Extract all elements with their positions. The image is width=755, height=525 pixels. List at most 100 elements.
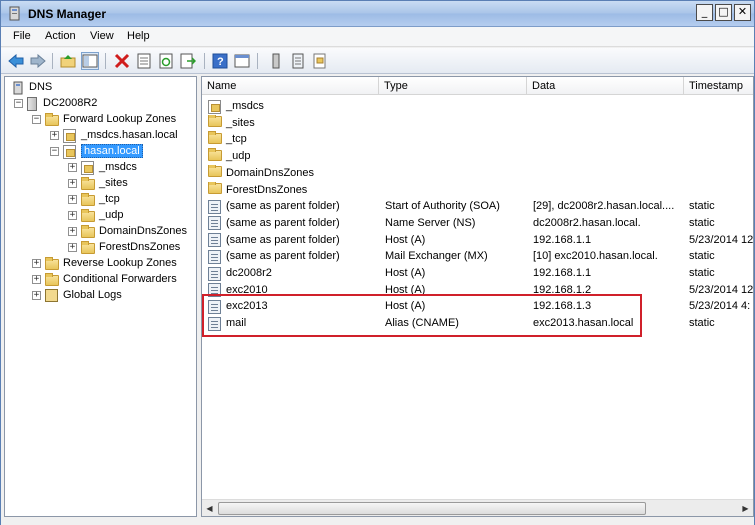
expand-icon[interactable]: + [50, 130, 59, 140]
server-icon[interactable] [267, 52, 285, 70]
show-hide-tree-icon[interactable] [81, 52, 99, 70]
cell-timestamp: static [689, 250, 715, 263]
tree-item-child[interactable]: + _sites [68, 175, 128, 191]
cell-timestamp: 5/23/2014 12 [689, 233, 754, 246]
table-row[interactable]: (same as parent folder) Mail Exchanger (M… [202, 247, 753, 264]
menu-action[interactable]: Action [45, 30, 76, 42]
cell-type: Host (A) [385, 267, 426, 279]
cell-name: (same as parent folder) [226, 250, 340, 263]
zone-icon[interactable] [311, 52, 329, 70]
table-row[interactable]: DomainDnsZones [202, 164, 753, 181]
menu-file[interactable]: File [13, 30, 31, 42]
collapse-icon[interactable]: − [50, 146, 59, 156]
table-row[interactable]: (same as parent folder) Host (A) 192.168.1… [202, 231, 754, 248]
table-row[interactable]: dc2008r2 Host (A) 192.168.1.1 static [202, 264, 753, 281]
collapse-icon[interactable]: − [14, 98, 23, 108]
title-bar[interactable]: DNS Manager _ □ ✕ [1, 1, 754, 27]
tree-item-hasan-local[interactable]: − hasan.local [50, 143, 143, 159]
tree-item-server[interactable]: − DC2008R2 [14, 95, 97, 111]
tree-item-dns[interactable]: DNS [11, 79, 52, 95]
help-icon[interactable]: ? [211, 52, 229, 70]
window-title: DNS Manager [28, 7, 107, 21]
expand-icon[interactable]: + [32, 290, 41, 300]
scroll-left-icon[interactable]: ◀ [203, 502, 216, 515]
cell-timestamp: 5/23/2014 4: [689, 300, 751, 313]
record-icon [208, 233, 222, 248]
tree-item-msdcs-zone[interactable]: + _msdcs.hasan.local [50, 127, 178, 143]
tree-label: _msdcs.hasan.local [81, 129, 178, 141]
record-icon[interactable] [289, 52, 307, 70]
delete-icon[interactable] [113, 52, 131, 70]
properties-icon[interactable] [135, 52, 153, 70]
cell-type: Name Server (NS) [385, 216, 476, 229]
column-data[interactable]: Data [527, 77, 684, 95]
table-row[interactable]: _sites [202, 114, 753, 131]
export-list-icon[interactable] [179, 52, 197, 70]
console-tree[interactable]: DNS − DC2008R2 − Forward Lookup Zones + … [4, 76, 197, 517]
tree-item-child[interactable]: + DomainDnsZones [68, 223, 187, 239]
expand-icon[interactable]: + [68, 194, 77, 204]
up-folder-icon[interactable] [59, 52, 77, 70]
tree-label: _sites [99, 177, 128, 189]
tree-item-child[interactable]: + _msdcs [68, 159, 137, 175]
table-row[interactable]: (same as parent folder) Name Server (NS) d… [202, 214, 753, 231]
folder-icon [81, 208, 95, 222]
cell-type [385, 182, 525, 198]
cell-data [533, 182, 683, 198]
table-row[interactable]: _tcp [202, 130, 753, 147]
tree-label: Conditional Forwarders [63, 273, 177, 285]
scroll-right-icon[interactable]: ▶ [739, 502, 752, 515]
record-icon [208, 199, 222, 214]
record-icon [208, 266, 222, 281]
maximize-button[interactable]: □ [715, 4, 732, 21]
cell-name: _sites [226, 116, 255, 129]
table-row[interactable]: (same as parent folder) Start of Authorit… [202, 197, 753, 214]
collapse-icon[interactable]: − [32, 114, 41, 124]
expand-icon[interactable]: + [68, 178, 77, 188]
expand-icon[interactable]: + [68, 226, 77, 236]
cell-timestamp: 5/23/2014 12 [689, 283, 754, 296]
back-icon[interactable] [7, 52, 25, 70]
highlight-box [202, 294, 642, 337]
tree-item-child[interactable]: + _tcp [68, 191, 120, 207]
cell-data [533, 165, 683, 181]
table-row[interactable]: _msdcs [202, 97, 753, 114]
menu-view[interactable]: View [90, 30, 114, 42]
folder-icon [45, 256, 59, 270]
cell-data: 192.168.1.1 [533, 233, 592, 246]
folder-icon [208, 114, 222, 129]
minimize-button[interactable]: _ [696, 4, 713, 21]
cell-name: (same as parent folder) [226, 233, 340, 246]
cell-data: dc2008r2.hasan.local. [533, 216, 641, 229]
horizontal-scrollbar[interactable]: ◀ ▶ [202, 499, 753, 516]
tree-label-selected: hasan.local [81, 144, 143, 158]
cell-timestamp [689, 131, 753, 147]
tree-item-reverse-lookup-zones[interactable]: + Reverse Lookup Zones [32, 255, 177, 271]
expand-icon[interactable]: + [32, 258, 41, 268]
tree-item-conditional-forwarders[interactable]: + Conditional Forwarders [32, 271, 177, 287]
column-timestamp[interactable]: Timestamp [684, 77, 753, 95]
expand-icon[interactable]: + [68, 210, 77, 220]
tree-item-child[interactable]: + _udp [68, 207, 123, 223]
tree-item-child[interactable]: + ForestDnsZones [68, 239, 180, 255]
expand-icon[interactable]: + [68, 162, 77, 172]
scroll-thumb[interactable] [218, 502, 646, 515]
close-button[interactable]: ✕ [734, 4, 751, 21]
table-row[interactable]: _udp [202, 147, 753, 164]
refresh-icon[interactable] [157, 52, 175, 70]
tree-label: Global Logs [63, 289, 122, 301]
zone-icon [63, 128, 77, 143]
expand-icon[interactable]: + [32, 274, 41, 284]
tree-item-global-logs[interactable]: + Global Logs [32, 287, 122, 303]
svg-text:?: ? [217, 56, 224, 68]
table-row[interactable]: ForestDnsZones [202, 181, 753, 198]
column-type[interactable]: Type [379, 77, 527, 95]
forward-icon[interactable] [29, 52, 47, 70]
folder-icon [208, 164, 222, 179]
cell-data: [10] exc2010.hasan.local. [533, 250, 658, 263]
tree-item-forward-lookup-zones[interactable]: − Forward Lookup Zones [32, 111, 176, 127]
expand-icon[interactable]: + [68, 242, 77, 252]
console-icon[interactable] [233, 52, 251, 70]
column-name[interactable]: Name [202, 77, 379, 95]
menu-help[interactable]: Help [127, 30, 150, 42]
